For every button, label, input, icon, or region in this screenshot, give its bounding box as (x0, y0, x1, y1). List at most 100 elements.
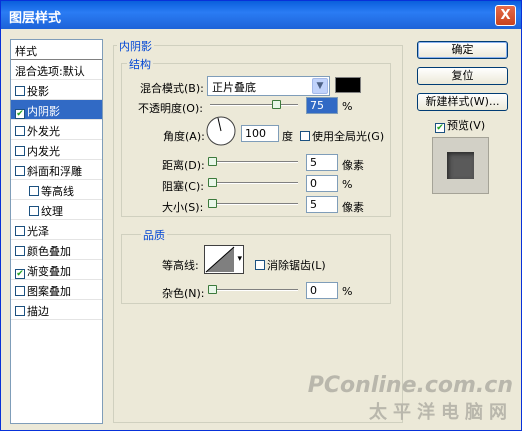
dialog-title: 图层样式 (9, 11, 62, 26)
style-item-label: 纹理 (41, 205, 63, 218)
opacity-slider-thumb[interactable] (272, 100, 281, 109)
choke-input[interactable]: 0 (306, 175, 338, 192)
style-item-label: 图案叠加 (27, 285, 71, 298)
reset-button[interactable]: 复位 (417, 67, 508, 85)
chevron-down-icon: ▾ (237, 254, 242, 264)
checkbox-icon[interactable] (15, 126, 25, 136)
checkbox-icon[interactable] (29, 206, 39, 216)
checkbox-icon[interactable] (15, 226, 25, 236)
blend-options-item[interactable]: 混合选项:默认 (11, 60, 102, 80)
checkbox-icon[interactable] (29, 186, 39, 196)
global-light-checkbox[interactable]: 使用全局光(G) (300, 128, 384, 144)
checkbox-icon[interactable] (15, 166, 25, 176)
style-item-satin[interactable]: 光泽 (11, 220, 102, 240)
opacity-input[interactable]: 75 (306, 97, 338, 114)
contour-label: 等高线: (162, 259, 199, 272)
style-item-stroke[interactable]: 描边 (11, 300, 102, 320)
anti-alias-checkbox[interactable]: 消除锯齿(L) (255, 257, 326, 273)
watermark: PConline.com.cn 太平洋电脑网 (308, 373, 513, 424)
style-item-contour[interactable]: 等高线 (11, 180, 102, 200)
size-unit: 像素 (342, 201, 364, 214)
angle-label: 角度(A): (163, 130, 205, 143)
blend-mode-select[interactable]: 正片叠底 ▼ (207, 76, 330, 96)
distance-label: 距离(D): (162, 159, 205, 172)
close-button[interactable]: X (495, 5, 516, 26)
style-item-label: 光泽 (27, 225, 49, 238)
watermark-line1: PConline.com.cn (307, 373, 513, 398)
choke-unit: % (342, 178, 353, 191)
style-item-inner-shadow[interactable]: ✔ 内阴影 (11, 100, 102, 120)
checkbox-checked-icon[interactable]: ✔ (15, 269, 25, 279)
noise-input[interactable]: 0 (306, 282, 338, 299)
checkbox-icon[interactable] (15, 146, 25, 156)
distance-input[interactable]: 5 (306, 154, 338, 171)
contour-picker[interactable]: ▾ (204, 245, 244, 274)
quality-title: 品质 (141, 227, 167, 243)
style-item-color-overlay[interactable]: 颜色叠加 (11, 240, 102, 260)
checkbox-checked-icon[interactable]: ✔ (435, 123, 445, 133)
style-item-gradient-overlay[interactable]: ✔ 渐变叠加 (11, 260, 102, 280)
opacity-slider-track[interactable] (210, 104, 298, 106)
size-slider-track[interactable] (210, 203, 298, 205)
checkbox-checked-icon[interactable]: ✔ (15, 109, 25, 119)
style-item-bevel-emboss[interactable]: 斜面和浮雕 (11, 160, 102, 180)
style-item-label: 描边 (27, 305, 49, 318)
angle-unit: 度 (282, 130, 293, 143)
checkbox-icon[interactable] (15, 306, 25, 316)
choke-slider-track[interactable] (210, 182, 298, 184)
opacity-unit: % (342, 100, 353, 113)
shadow-color-swatch[interactable] (335, 77, 361, 93)
style-item-outer-glow[interactable]: 外发光 (11, 120, 102, 140)
distance-slider-thumb[interactable] (208, 157, 217, 166)
noise-unit: % (342, 285, 353, 298)
style-item-inner-glow[interactable]: 内发光 (11, 140, 102, 160)
preview-square (447, 152, 474, 179)
style-item-pattern-overlay[interactable]: 图案叠加 (11, 280, 102, 300)
noise-label: 杂色(N): (162, 287, 205, 300)
style-item-label: 内发光 (27, 145, 60, 158)
style-item-label: 斜面和浮雕 (27, 165, 82, 178)
inner-shadow-title: 内阴影 (117, 38, 154, 54)
styles-header: 样式 (11, 40, 102, 60)
size-slider-thumb[interactable] (208, 199, 217, 208)
checkbox-icon[interactable] (15, 286, 25, 296)
choke-slider-thumb[interactable] (208, 178, 217, 187)
blend-mode-value: 正片叠底 (212, 81, 256, 94)
checkbox-icon[interactable] (255, 260, 265, 270)
style-preview (432, 137, 489, 194)
layer-style-dialog: 图层样式 X 样式 混合选项:默认 投影 ✔ 内阴影 外发光 内发光 斜面和浮雕 … (0, 0, 522, 431)
style-item-label: 投影 (27, 85, 49, 98)
checkbox-icon[interactable] (300, 131, 310, 141)
title-bar[interactable]: 图层样式 X (1, 1, 521, 29)
noise-slider-track[interactable] (210, 289, 298, 291)
angle-input[interactable]: 100 (241, 125, 279, 142)
structure-title: 结构 (127, 56, 153, 72)
style-item-label: 内阴影 (27, 105, 60, 118)
styles-list: 样式 混合选项:默认 投影 ✔ 内阴影 外发光 内发光 斜面和浮雕 等高线 纹理 … (10, 39, 103, 424)
preview-label: 预览(V) (447, 119, 486, 132)
size-input[interactable]: 5 (306, 196, 338, 213)
contour-preview-icon (205, 246, 235, 273)
checkbox-icon[interactable] (15, 86, 25, 96)
checkbox-icon[interactable] (15, 246, 25, 256)
new-style-button[interactable]: 新建样式(W)... (417, 93, 508, 111)
preview-checkbox[interactable]: ✔ 预览(V) (435, 117, 485, 133)
style-item-texture[interactable]: 纹理 (11, 200, 102, 220)
ok-button[interactable]: 确定 (417, 41, 508, 59)
style-item-label: 颜色叠加 (27, 245, 71, 258)
style-item-label: 等高线 (41, 185, 74, 198)
angle-dial[interactable] (205, 115, 237, 147)
global-light-label: 使用全局光(G) (312, 130, 385, 143)
style-item-label: 渐变叠加 (27, 265, 71, 278)
blend-mode-label: 混合模式(B): (140, 82, 204, 95)
chevron-down-icon: ▼ (312, 78, 328, 94)
style-item-label: 外发光 (27, 125, 60, 138)
style-item-drop-shadow[interactable]: 投影 (11, 80, 102, 100)
opacity-label: 不透明度(O): (138, 102, 203, 115)
watermark-line2: 太平洋电脑网 (369, 402, 513, 423)
distance-unit: 像素 (342, 159, 364, 172)
anti-alias-label: 消除锯齿(L) (267, 259, 326, 272)
size-label: 大小(S): (162, 201, 204, 214)
noise-slider-thumb[interactable] (208, 285, 217, 294)
distance-slider-track[interactable] (210, 161, 298, 163)
